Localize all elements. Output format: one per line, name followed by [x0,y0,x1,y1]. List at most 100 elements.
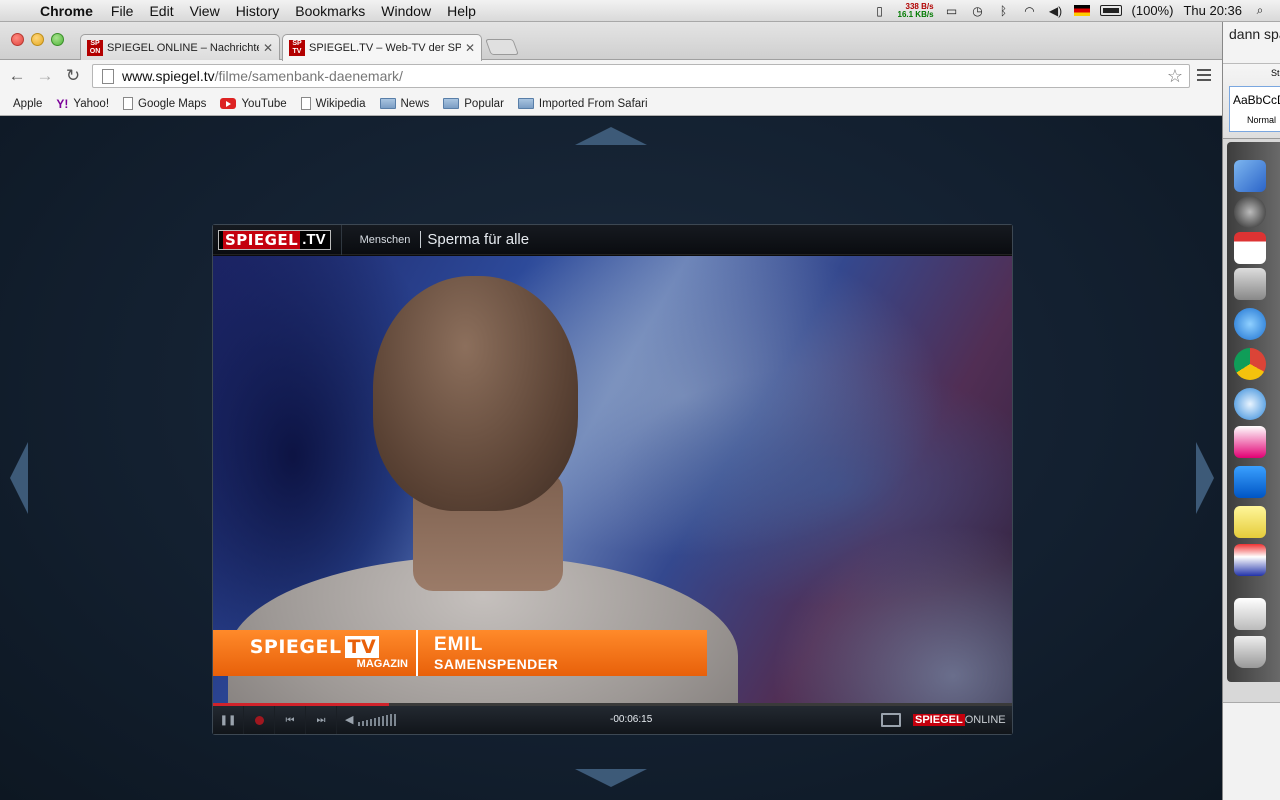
record-icon[interactable] [244,706,275,734]
bookmark-folder-popular[interactable]: Popular [443,98,504,110]
menu-bar: Chrome File Edit View History Bookmarks … [0,0,1280,22]
next-icon[interactable]: ⏭ [306,706,337,734]
tab-close-icon[interactable]: ✕ [465,41,475,55]
background-doc-text: dann spa [1223,22,1280,64]
input-flag-icon[interactable] [1073,5,1090,16]
window-zoom-button[interactable] [51,33,64,46]
video-category[interactable]: Menschen [360,234,411,246]
back-arrow-icon[interactable]: ← [7,66,27,86]
browser-toolbar: ← → ↻ www.spiegel.tv /filme/samenbank-da… [0,60,1222,92]
menu-view[interactable]: View [182,3,228,19]
bookmarks-bar: Apple Y! Yahoo! Google Maps YouTube Wiki… [0,92,1222,116]
bookmark-folder-imported[interactable]: Imported From Safari [517,98,648,110]
background-window-strip: dann spa St AaBbCcD Normal [1222,22,1280,800]
document-icon[interactable] [1234,598,1266,630]
bookmark-wikipedia[interactable]: Wikipedia [300,97,366,110]
speaker-name: EMIL [434,634,484,655]
remaining-time: -00:06:15 [610,714,653,725]
folder-icon [379,98,396,109]
address-bar[interactable]: www.spiegel.tv /filme/samenbank-daenemar… [92,64,1190,88]
bookmark-yahoo[interactable]: Y! Yahoo! [56,97,109,111]
bookmark-star-icon[interactable]: ☆ [1167,66,1183,87]
speaker-role: SAMENSPENDER [434,656,559,672]
video-person-head [373,276,578,511]
window-minimize-button[interactable] [31,33,44,46]
bluetooth-icon[interactable]: ᛒ [996,4,1012,18]
launchpad-icon[interactable] [1234,196,1266,228]
clipboard-icon[interactable]: ▯ [872,4,888,18]
spiegel-tv-favicon-icon: SP TV [289,40,305,56]
menu-edit[interactable]: Edit [141,3,181,19]
url-path: /filme/samenbank-daenemark/ [214,68,403,84]
bookmark-google-maps[interactable]: Google Maps [123,97,206,110]
network-speed[interactable]: 338 B/s 16.1 KB/s [898,2,934,19]
menu-history[interactable]: History [228,3,288,19]
battery-percent[interactable]: (100%) [1132,3,1174,18]
tab-strip: SP ON SPIEGEL ONLINE – Nachrichten ✕ SP … [0,22,1222,61]
spiegel-online-logo[interactable]: SPIEGEL ONLINE [913,714,1006,726]
menu-window[interactable]: Window [373,3,439,19]
word-ribbon: St AaBbCcD Normal [1223,64,1280,139]
tab-spiegel-tv[interactable]: SP TV SPIEGEL.TV – Web-TV der SPIEGEL ✕ [282,34,482,61]
bookmark-folder-news[interactable]: News [379,98,429,110]
player-controls: ❚❚ ⏮ ⏭ ◀ -00:06:15 SPIEGEL ONLINE [213,706,1012,734]
finder-icon[interactable] [1234,160,1266,192]
folder-icon [443,98,460,109]
calendar-icon[interactable] [1234,232,1266,264]
safari-icon[interactable] [1234,388,1266,420]
menu-help[interactable]: Help [439,3,484,19]
tab-title: SPIEGEL.TV – Web-TV der SPIEGEL [309,42,461,54]
stickies-icon[interactable] [1234,506,1266,538]
word-icon[interactable] [1234,466,1266,498]
video-frame[interactable]: SPIEGEL TV MAGAZIN EMIL SAMENSPENDER [213,256,1012,703]
forward-arrow-icon[interactable]: → [35,66,55,86]
fullscreen-icon[interactable] [881,713,901,727]
nav-down-arrow-icon[interactable] [575,769,647,787]
battery-icon[interactable] [1099,5,1122,16]
header-divider [340,224,342,255]
app-icon[interactable] [1234,544,1266,576]
clock[interactable]: Thu 20:36 [1183,3,1242,18]
spotlight-search-icon[interactable]: ⌕ [1252,3,1268,18]
tab-spiegel-online[interactable]: SP ON SPIEGEL ONLINE – Nachrichten ✕ [80,34,280,60]
player-header: SPIEGEL .TV Menschen Sperma für alle [213,224,1012,255]
video-title: Sperma für alle [420,231,529,248]
menu-file[interactable]: File [103,3,142,19]
volume-icon[interactable]: ◀) [1048,4,1064,18]
trash-icon[interactable] [1234,636,1266,668]
lower-third-logo: SPIEGEL TV MAGAZIN [213,630,418,676]
display-icon[interactable]: ▭ [944,4,960,18]
nav-up-arrow-icon[interactable] [575,127,647,145]
nav-left-arrow-icon[interactable] [10,442,28,514]
lower-third-caption: SPIEGEL TV MAGAZIN EMIL SAMENSPENDER [213,630,707,676]
internet-explorer-icon[interactable] [1234,308,1266,340]
volume-slider[interactable]: ◀ [345,714,397,726]
bookmark-apple[interactable]: Apple [8,98,42,110]
video-player: SPIEGEL .TV Menschen Sperma für alle SPI… [212,224,1013,735]
telekom-icon[interactable] [1234,426,1266,458]
window-close-button[interactable] [11,33,24,46]
previous-icon[interactable]: ⏮ [275,706,306,734]
spiegel-online-favicon-icon: SP ON [87,39,103,56]
youtube-icon [220,98,237,109]
bookmark-youtube[interactable]: YouTube [220,98,287,110]
menu-bookmarks[interactable]: Bookmarks [287,3,373,19]
page-content: SPIEGEL .TV Menschen Sperma für alle SPI… [0,117,1222,800]
style-normal-button[interactable]: AaBbCcD Normal [1229,86,1280,132]
app-menu[interactable]: Chrome [40,3,103,19]
reload-icon[interactable]: ↻ [63,66,83,86]
nav-right-arrow-icon[interactable] [1196,442,1214,514]
browser-window: SP ON SPIEGEL ONLINE – Nachrichten ✕ SP … [0,22,1222,800]
pause-icon[interactable]: ❚❚ [213,706,244,734]
spiegel-tv-logo[interactable]: SPIEGEL .TV [218,229,331,250]
lower-third-text: EMIL SAMENSPENDER [418,630,558,676]
tab-title: SPIEGEL ONLINE – Nachrichten [107,41,259,54]
wifi-icon[interactable]: ◠ [1022,4,1038,18]
new-tab-button[interactable] [485,39,519,55]
preview-icon[interactable] [1234,268,1266,300]
ribbon-tab-label[interactable]: St [1271,68,1280,78]
time-machine-icon[interactable]: ◷ [970,4,986,18]
chrome-menu-icon[interactable] [1196,67,1212,83]
chrome-icon[interactable] [1234,348,1266,380]
tab-close-icon[interactable]: ✕ [263,41,273,55]
